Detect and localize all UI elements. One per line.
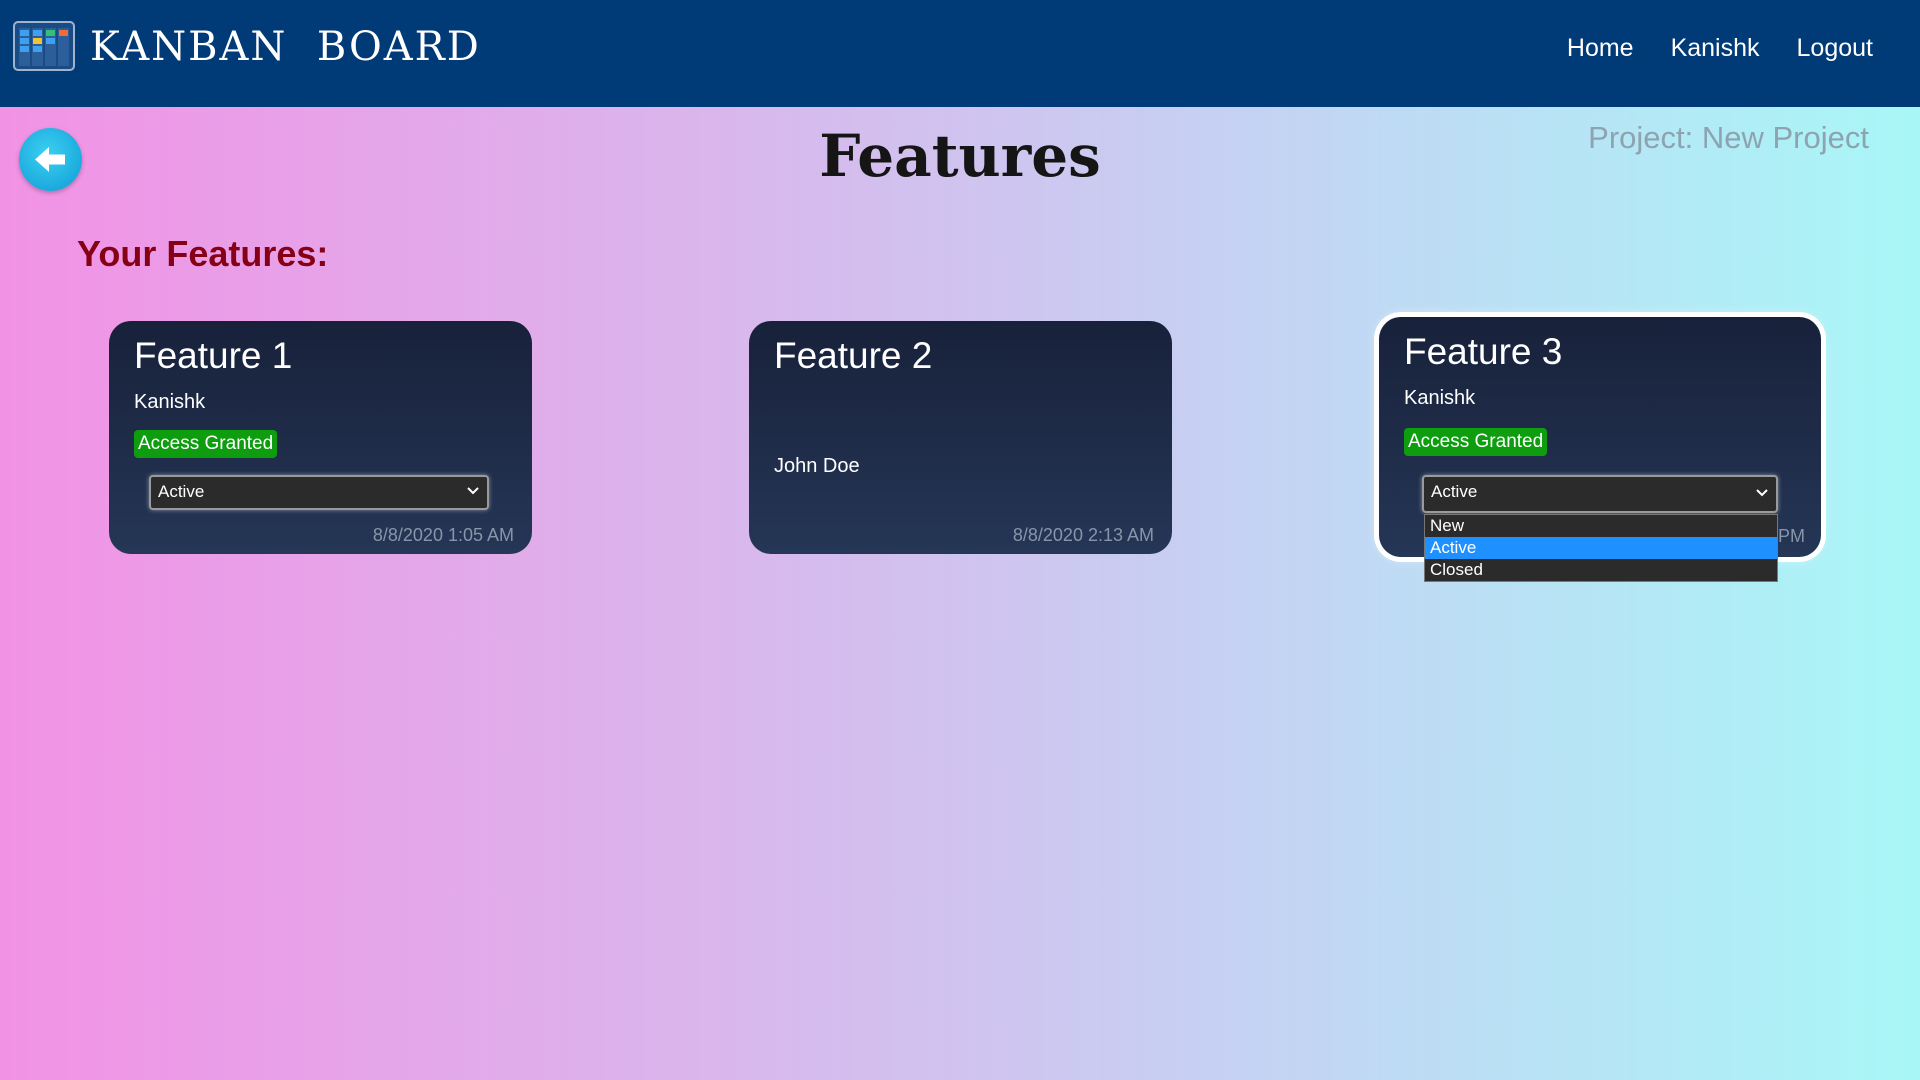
- nav-links: Home Kanishk Logout: [1567, 30, 1873, 66]
- nav-logout-link[interactable]: Logout: [1797, 30, 1873, 66]
- status-select-value: Active: [1431, 482, 1478, 501]
- dropdown-option-active[interactable]: Active: [1425, 537, 1777, 559]
- status-dropdown-list: New Active Closed: [1424, 514, 1778, 582]
- access-granted-badge: Access Granted: [134, 430, 278, 458]
- status-select[interactable]: Active: [1422, 475, 1778, 513]
- dropdown-option-new[interactable]: New: [1425, 515, 1777, 537]
- feature-date: PM: [1778, 526, 1805, 546]
- top-navbar: KANBAN BOARD Home Kanishk Logout: [0, 0, 1920, 107]
- feature-card[interactable]: Feature 2 John Doe 8/8/2020 2:13 AM: [749, 321, 1172, 554]
- feature-owner: John Doe: [774, 455, 860, 477]
- nav-home-link[interactable]: Home: [1567, 30, 1634, 66]
- chevron-down-icon: [1756, 489, 1768, 497]
- access-granted-badge: Access Granted: [1404, 428, 1548, 456]
- section-heading: Your Features:: [77, 233, 329, 274]
- feature-owner: Kanishk: [1404, 387, 1476, 409]
- feature-title: Feature 1: [134, 335, 293, 376]
- feature-date: 8/8/2020 2:13 AM: [1012, 525, 1154, 545]
- dropdown-option-closed[interactable]: Closed: [1425, 559, 1777, 581]
- feature-owner: Kanishk: [134, 391, 206, 413]
- status-select-value: Active: [158, 482, 205, 501]
- nav-user-link[interactable]: Kanishk: [1671, 30, 1760, 66]
- brand-title[interactable]: KANBAN BOARD: [90, 20, 481, 74]
- feature-title: Feature 2: [774, 335, 933, 376]
- status-select[interactable]: Active: [149, 475, 489, 510]
- project-label: Project: New Project: [1588, 120, 1869, 155]
- feature-date: 8/8/2020 1:05 AM: [372, 525, 514, 545]
- chevron-down-icon: [467, 487, 479, 495]
- feature-title: Feature 3: [1404, 331, 1563, 372]
- kanban-board-icon[interactable]: [13, 21, 75, 71]
- feature-card[interactable]: Feature 1 Kanishk Access Granted Active …: [109, 321, 532, 554]
